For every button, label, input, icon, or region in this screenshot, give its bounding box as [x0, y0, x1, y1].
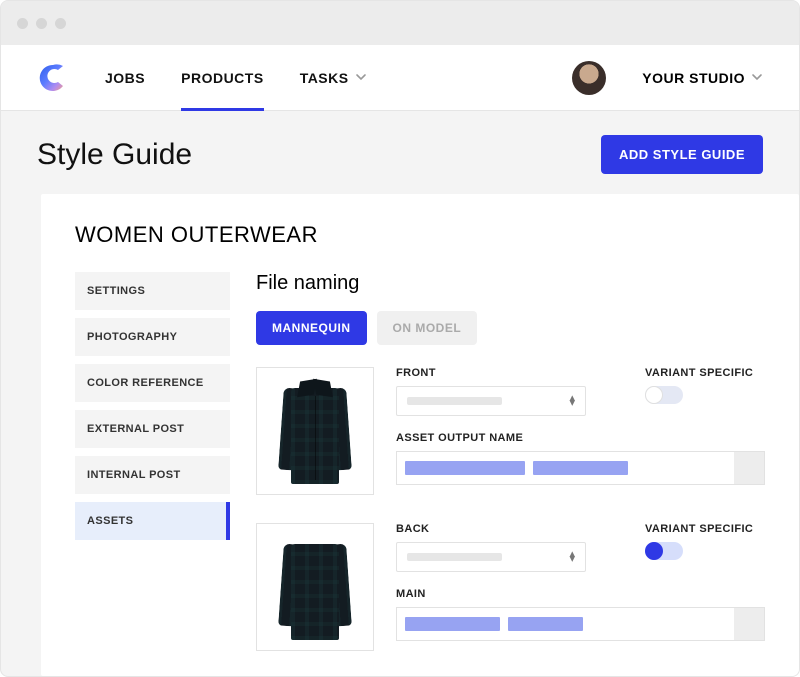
output-label: ASSET OUTPUT NAME — [396, 432, 765, 444]
coat-front-icon — [281, 376, 349, 486]
card-sidebar: SETTINGS PHOTOGRAPHY COLOR REFERENCE EXT… — [75, 272, 230, 676]
variant-toggle-back[interactable] — [645, 542, 683, 560]
token-chip — [508, 617, 583, 631]
tab-mannequin[interactable]: MANNEQUIN — [256, 311, 367, 345]
main-output-input[interactable] — [396, 607, 765, 641]
section-title: File naming — [256, 272, 765, 295]
app-window: JOBS PRODUCTS TASKS YOUR STUDIO Style Gu… — [0, 0, 800, 677]
window-dot — [17, 18, 28, 29]
asset-row: FRONT ▴▾ VARIANT SPECIFIC — [256, 367, 765, 495]
sidebar-item-external-post[interactable]: EXTERNAL POST — [75, 410, 230, 448]
nav-tasks-label: TASKS — [300, 70, 349, 86]
brand-logo — [37, 62, 69, 94]
window-titlebar — [1, 1, 799, 45]
sidebar-item-settings[interactable]: SETTINGS — [75, 272, 230, 310]
asset-row: BACK ▴▾ VARIANT SPECIFIC — [256, 523, 765, 651]
token-chip — [533, 461, 628, 475]
sidebar-item-photography[interactable]: PHOTOGRAPHY — [75, 318, 230, 356]
nav-jobs[interactable]: JOBS — [105, 45, 145, 111]
input-addon[interactable] — [734, 452, 764, 484]
top-nav: JOBS PRODUCTS TASKS YOUR STUDIO — [1, 45, 799, 111]
token-chip — [405, 461, 525, 475]
page-header: Style Guide ADD STYLE GUIDE — [1, 111, 799, 194]
variant-label: VARIANT SPECIFIC — [645, 367, 765, 379]
variant-label: VARIANT SPECIFIC — [645, 523, 765, 535]
select-stepper-icon: ▴▾ — [569, 552, 575, 562]
input-addon[interactable] — [734, 608, 764, 640]
nav-products[interactable]: PRODUCTS — [181, 45, 264, 111]
chevron-down-icon — [355, 70, 367, 86]
select-stepper-icon: ▴▾ — [569, 396, 575, 406]
select-placeholder — [407, 553, 502, 561]
output-label: MAIN — [396, 588, 765, 600]
naming-tabs: MANNEQUIN ON MODEL — [256, 311, 765, 345]
asset-output-name-input[interactable] — [396, 451, 765, 485]
content-panel: File naming MANNEQUIN ON MODEL — [256, 272, 765, 676]
add-style-guide-button[interactable]: ADD STYLE GUIDE — [601, 135, 763, 174]
position-select-front[interactable]: ▴▾ — [396, 386, 586, 416]
card-title: WOMEN OUTERWEAR — [75, 222, 765, 248]
select-placeholder — [407, 397, 502, 405]
window-dot — [55, 18, 66, 29]
sidebar-item-assets[interactable]: ASSETS — [75, 502, 230, 540]
studio-label: YOUR STUDIO — [642, 70, 745, 86]
position-label: FRONT — [396, 367, 625, 379]
asset-thumbnail-front[interactable] — [256, 367, 374, 495]
asset-thumbnail-back[interactable] — [256, 523, 374, 651]
coat-back-icon — [281, 532, 349, 642]
window-dot — [36, 18, 47, 29]
avatar[interactable] — [572, 61, 606, 95]
nav-tasks[interactable]: TASKS — [300, 45, 367, 111]
chevron-down-icon — [751, 70, 763, 86]
position-label: BACK — [396, 523, 625, 535]
position-select-back[interactable]: ▴▾ — [396, 542, 586, 572]
studio-menu[interactable]: YOUR STUDIO — [642, 70, 763, 86]
variant-toggle-front[interactable] — [645, 386, 683, 404]
sidebar-item-internal-post[interactable]: INTERNAL POST — [75, 456, 230, 494]
tab-on-model[interactable]: ON MODEL — [377, 311, 478, 345]
sidebar-item-color-reference[interactable]: COLOR REFERENCE — [75, 364, 230, 402]
style-guide-card: WOMEN OUTERWEAR SETTINGS PHOTOGRAPHY COL… — [41, 194, 799, 676]
token-chip — [405, 617, 500, 631]
page-title: Style Guide — [37, 138, 192, 172]
